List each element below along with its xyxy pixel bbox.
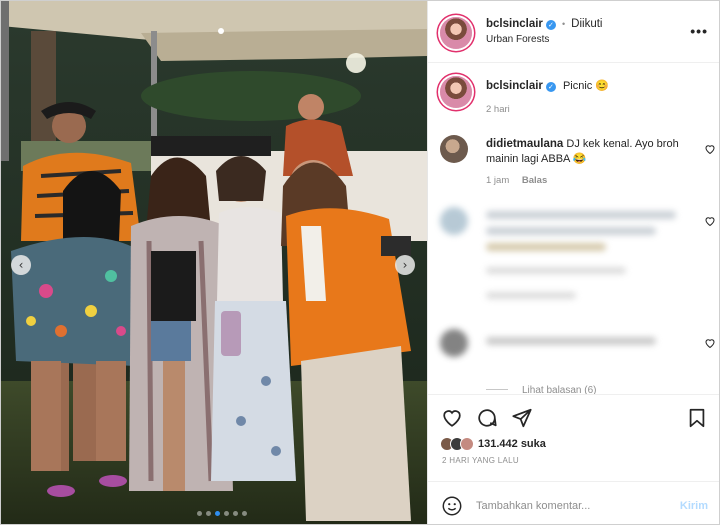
view-replies-label: Lihat balasan (6) xyxy=(522,385,597,394)
comment-username[interactable]: didietmaulana xyxy=(486,138,563,150)
previous-photo-button[interactable]: ‹ xyxy=(11,255,31,275)
caption-avatar[interactable] xyxy=(440,76,472,108)
liker-avatar xyxy=(460,437,474,451)
carousel-dot-active xyxy=(215,511,220,516)
next-photo-button[interactable]: › xyxy=(395,255,415,275)
carousel-dot xyxy=(233,511,238,516)
comment-text-block: didietmaulana DJ kek kenal. Ayo broh mai… xyxy=(486,137,696,188)
caption-text-block: bclsinclair ✓ Picnic 😊 2 hari xyxy=(486,79,696,117)
comment-like-heart-icon[interactable] xyxy=(704,215,716,227)
caption: bclsinclair ✓ Picnic 😊 2 hari xyxy=(440,75,716,135)
caption-username[interactable]: bclsinclair xyxy=(486,80,543,92)
comment-like-heart-icon[interactable] xyxy=(704,143,716,155)
follow-status[interactable]: Diikuti xyxy=(571,18,602,30)
reply-button[interactable]: Balas xyxy=(522,175,547,186)
comment-time[interactable]: 1 jam xyxy=(486,175,509,186)
commenter-avatar[interactable] xyxy=(440,135,468,163)
like-heart-icon[interactable] xyxy=(441,407,463,429)
photo-illustration xyxy=(1,1,427,524)
instagram-post-view: ‹ › bclsinclair ✓ • Diikuti Urban Forests… xyxy=(0,0,720,525)
verified-badge-icon: ✓ xyxy=(545,20,556,30)
comments-list[interactable]: bclsinclair ✓ Picnic 😊 2 hari didietmaula… xyxy=(428,63,719,394)
carousel-dot xyxy=(242,511,247,516)
post-photo[interactable]: ‹ › xyxy=(1,1,427,524)
post-location[interactable]: Urban Forests xyxy=(486,34,602,45)
comment-bubble-icon[interactable] xyxy=(476,407,498,429)
caption-time[interactable]: 2 hari xyxy=(486,104,510,115)
post-actions: 131.442 suka 2 HARI YANG LALU xyxy=(428,394,719,479)
comment-item-blurred xyxy=(440,207,716,307)
emoji-picker-icon[interactable] xyxy=(441,495,463,517)
carousel-dot xyxy=(206,511,211,516)
smile-emoji: 😊 xyxy=(595,80,610,92)
save-bookmark-icon[interactable] xyxy=(686,407,708,429)
carousel-dot xyxy=(224,511,229,516)
author-avatar[interactable] xyxy=(440,17,472,49)
comment-item: didietmaulana DJ kek kenal. Ayo broh mai… xyxy=(440,135,716,195)
author-username[interactable]: bclsinclair xyxy=(486,18,543,30)
more-options-icon[interactable]: ••• xyxy=(690,23,708,39)
carousel-indicator xyxy=(197,511,247,516)
commenter-avatar xyxy=(440,329,468,357)
post-header: bclsinclair ✓ • Diikuti Urban Forests ••• xyxy=(428,1,719,63)
carousel-dot xyxy=(197,511,202,516)
post-comment-button[interactable]: Kirim xyxy=(680,500,708,512)
commenter-avatar xyxy=(440,207,468,235)
blurred-comment-content xyxy=(486,211,686,299)
post-side-panel: bclsinclair ✓ • Diikuti Urban Forests •••… xyxy=(427,1,719,524)
comment-like-heart-icon[interactable] xyxy=(704,337,716,349)
comment-input[interactable]: Tambahkan komentar... xyxy=(476,500,590,512)
author-info: bclsinclair ✓ • Diikuti Urban Forests xyxy=(486,18,602,45)
verified-badge-icon: ✓ xyxy=(545,82,556,92)
caption-text: Picnic xyxy=(562,80,593,92)
view-replies-toggle[interactable]: Lihat balasan (6) xyxy=(486,385,597,394)
likes-summary[interactable]: 131.442 suka xyxy=(440,437,546,451)
likes-count: 131.442 suka xyxy=(478,438,546,450)
comment-item-blurred xyxy=(440,329,716,369)
header-separator: • xyxy=(561,19,566,29)
post-date[interactable]: 2 HARI YANG LALU xyxy=(442,456,519,465)
blurred-comment-content xyxy=(486,337,656,345)
laugh-emoji: 😂 xyxy=(572,153,587,165)
share-paper-plane-icon[interactable] xyxy=(511,407,533,429)
comment-composer: Tambahkan komentar... Kirim xyxy=(428,481,719,524)
